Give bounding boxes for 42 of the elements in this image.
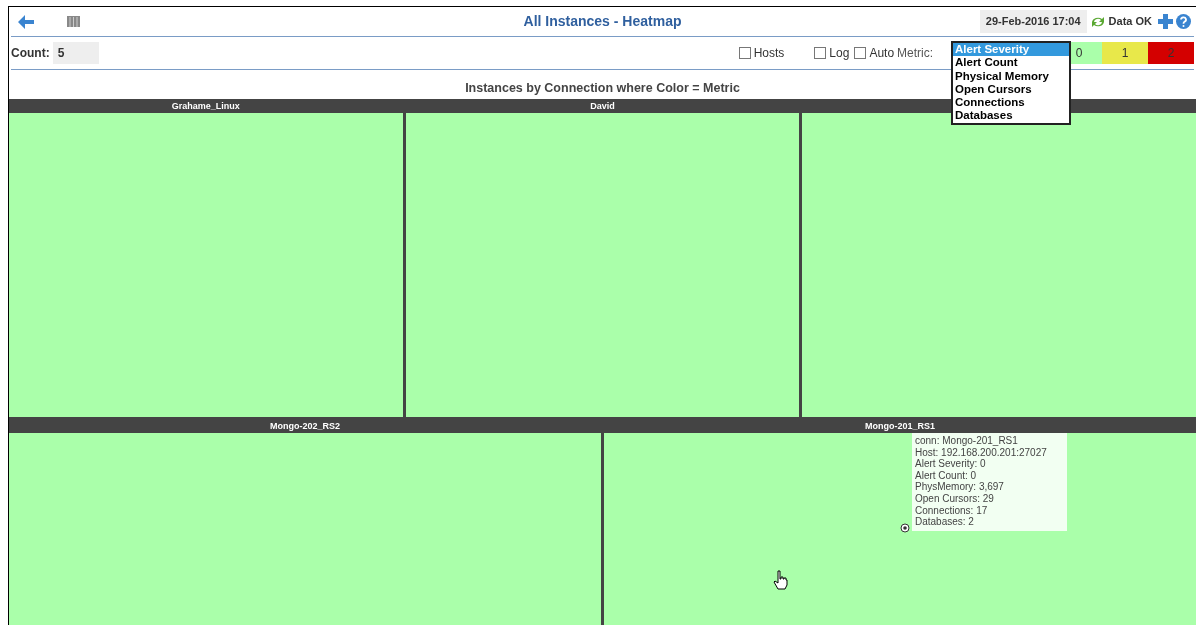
tooltip-line: PhysMemory: 3,697 <box>915 481 1005 493</box>
tooltip-line: Host: 192.168.200.201:27027 <box>915 446 1048 459</box>
checkbox-label: Hosts <box>753 45 785 62</box>
tooltip-line: Alert Severity: 0 <box>915 458 987 470</box>
legend-swatch: 2 <box>1148 42 1194 64</box>
checkbox-label: Auto <box>869 45 895 62</box>
heatmap-tile[interactable] <box>405 112 800 418</box>
dropdown-option[interactable]: Databases <box>953 109 1069 123</box>
metric-label: Metric: <box>897 45 934 62</box>
columns-icon[interactable] <box>67 16 80 27</box>
tile-label: Grahame_Linux <box>171 100 240 111</box>
plus-icon[interactable] <box>1158 14 1173 29</box>
tooltip-line: Databases: 2 <box>915 516 975 528</box>
tile-label: Mongo-202_RS2 <box>270 421 340 432</box>
checkbox[interactable] <box>814 47 827 59</box>
timestamp: 29-Feb-2016 17:04 <box>979 10 1087 33</box>
tooltip-line: conn: Mongo-201_RS1 <box>915 435 1019 447</box>
tile-label: David <box>590 100 615 111</box>
hand-cursor-icon <box>773 570 789 590</box>
back-arrow-icon[interactable] <box>17 13 35 30</box>
help-icon[interactable] <box>1176 14 1191 29</box>
checkbox[interactable] <box>738 47 751 59</box>
heatmap-tile[interactable] <box>9 112 403 418</box>
checkbox-label: Log <box>829 45 850 62</box>
checkbox[interactable] <box>854 47 867 59</box>
data-status: Data OK <box>1108 14 1152 30</box>
count-field: 5 <box>52 42 99 64</box>
heatmap-tile[interactable] <box>802 112 1196 418</box>
legend-swatch: 1 <box>1102 42 1148 64</box>
dropdown-option[interactable]: Open Cursors <box>953 82 1069 97</box>
dropdown-option[interactable]: Physical Memory <box>953 69 1069 83</box>
tooltip-line: Alert Count: 0 <box>915 469 978 482</box>
heatmap-tile[interactable] <box>9 433 601 625</box>
heatmap-title: Instances by Connection where Color = Metric <box>465 81 740 95</box>
tooltip-line: Connections: 17 <box>915 504 989 517</box>
page-title: All Instances - Heatmap <box>523 12 682 31</box>
count-label: Count: <box>11 45 50 62</box>
target-icon <box>900 523 910 533</box>
tooltip-line: Open Cursors: 29 <box>915 492 995 505</box>
dropdown-option[interactable]: Connections <box>953 96 1069 110</box>
tile-label: Mongo-201_RS1 <box>865 421 935 432</box>
metric-dropdown[interactable]: Alert Severity Alert Count Physical Memory Open Cursors Connections Databases <box>951 41 1071 125</box>
